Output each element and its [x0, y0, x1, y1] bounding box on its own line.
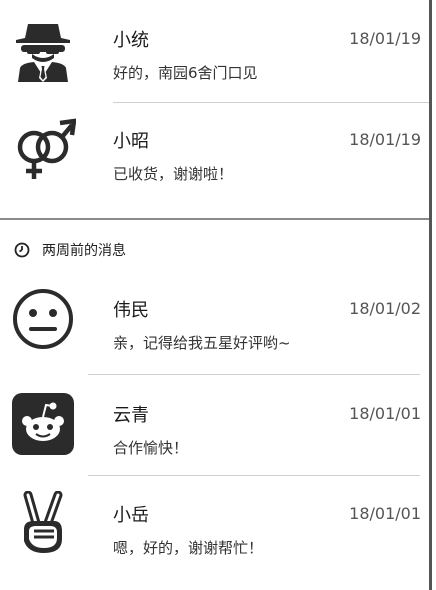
contact-name: 小昭: [113, 131, 149, 152]
victory-hand-icon: [10, 491, 76, 557]
conversation-item[interactable]: 小岳 18/01/01 嗯，好的，谢谢帮忙！: [0, 477, 429, 577]
conversation-item[interactable]: 小统 18/01/19 好的，南园6舍门口见: [0, 2, 429, 102]
right-edge-border: [429, 0, 432, 590]
message-preview: 合作愉快！: [113, 439, 189, 457]
reddit-alien-icon: [10, 391, 76, 457]
message-date: 18/01/01: [349, 504, 421, 523]
message-preview: 好的，南园6舍门口见: [113, 64, 258, 82]
gender-symbols-icon: [10, 117, 76, 183]
section-header: 两周前的消息: [14, 240, 126, 260]
message-date: 18/01/19: [349, 130, 421, 149]
contact-name: 小岳: [113, 505, 149, 526]
conversation-item[interactable]: 小昭 18/01/19 已收货，谢谢啦！: [0, 103, 429, 203]
divider: [88, 374, 420, 375]
contact-name: 小统: [113, 30, 149, 51]
section-divider: [0, 218, 429, 220]
divider: [88, 475, 420, 476]
message-date: 18/01/01: [349, 404, 421, 423]
spy-icon: [10, 16, 76, 82]
neutral-face-icon: [10, 286, 76, 352]
message-date: 18/01/02: [349, 299, 421, 318]
message-date: 18/01/19: [349, 29, 421, 48]
conversation-item[interactable]: 伟民 18/01/02 亲，记得给我五星好评哟~: [0, 272, 429, 372]
message-preview: 嗯，好的，谢谢帮忙！: [113, 539, 264, 557]
conversation-item[interactable]: 云青 18/01/01 合作愉快！: [0, 377, 429, 477]
contact-name: 伟民: [113, 300, 149, 321]
contact-name: 云青: [113, 405, 149, 426]
section-label: 两周前的消息: [42, 243, 126, 259]
message-preview: 亲，记得给我五星好评哟~: [113, 334, 291, 352]
message-preview: 已收货，谢谢啦！: [113, 165, 234, 183]
clock-icon: [14, 242, 30, 258]
